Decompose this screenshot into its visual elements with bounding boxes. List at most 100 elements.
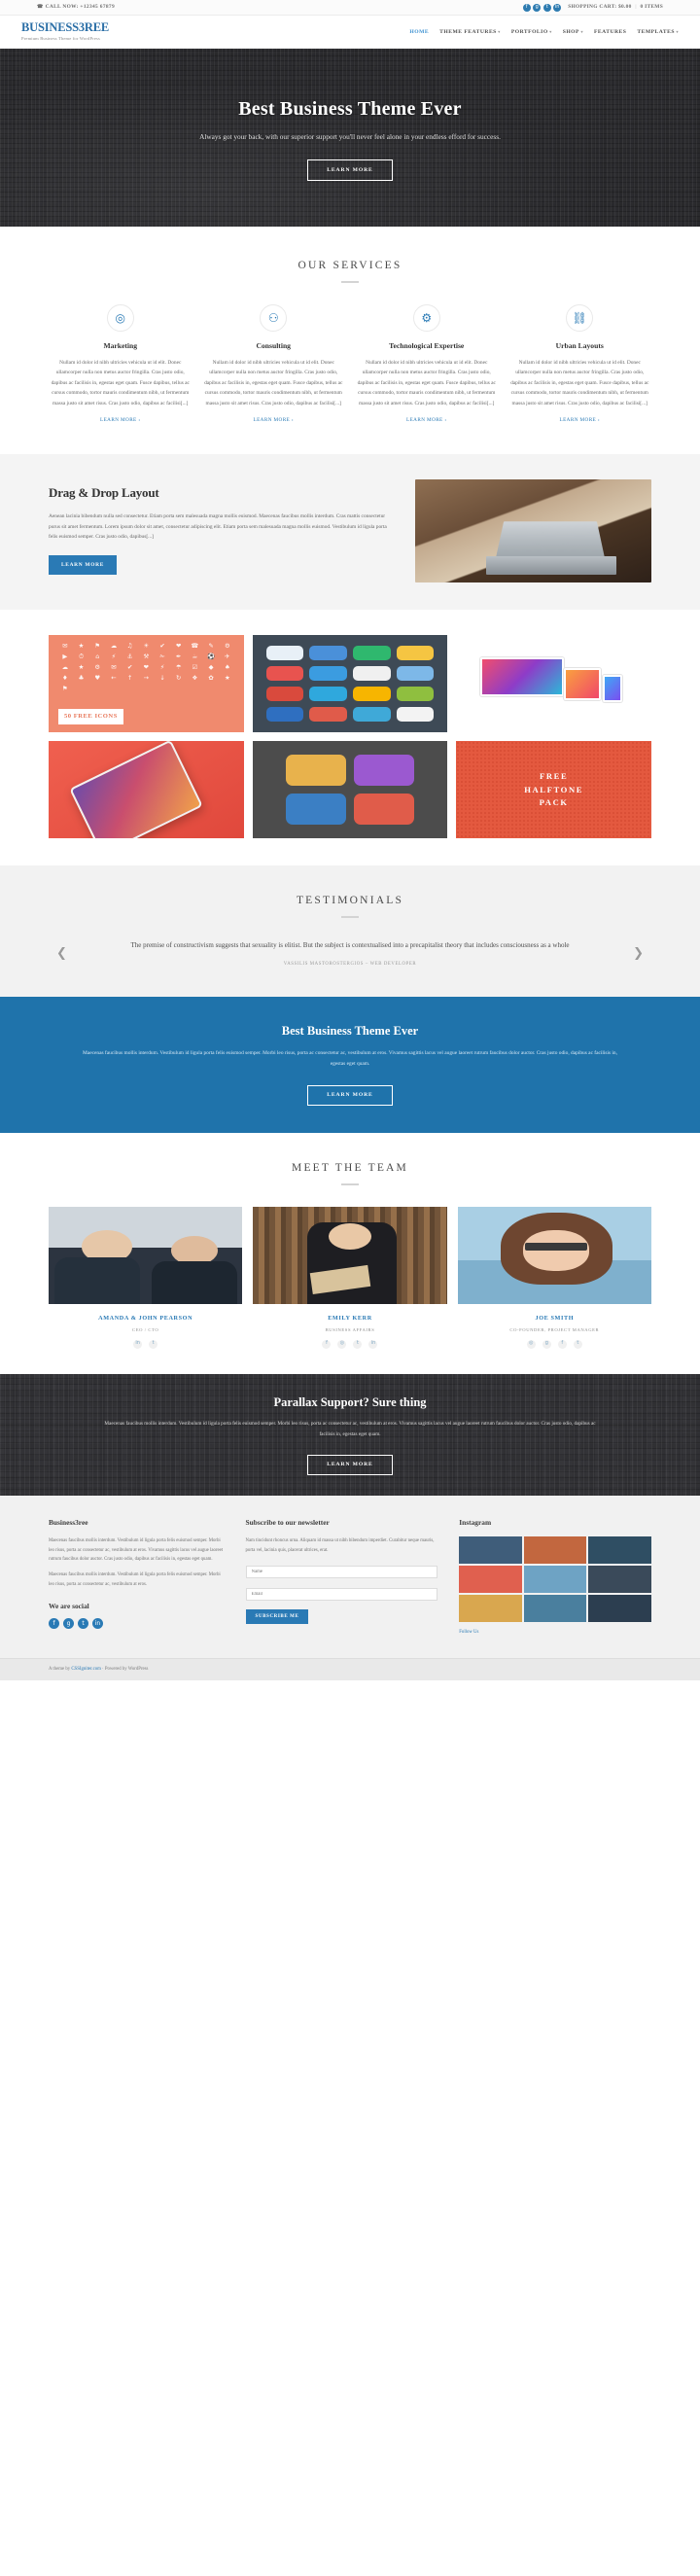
instagram-tile[interactable] bbox=[459, 1566, 522, 1594]
team-member-name[interactable]: AMANDA & JOHN PEARSON bbox=[49, 1314, 242, 1323]
team-photo-1 bbox=[49, 1207, 243, 1305]
shopping-cart-status[interactable]: SHOPPING CART: $0.00 | 0 ITEMS bbox=[568, 3, 663, 11]
service-text: Nullam id dolor id nibh ultricies vehicu… bbox=[51, 359, 190, 406]
team-title: MEET THE TEAM bbox=[292, 1162, 408, 1175]
hero-learn-more-button[interactable]: LEARN MORE bbox=[307, 159, 393, 181]
instagram-icon[interactable]: ◎ bbox=[337, 1339, 347, 1349]
team-member-3: JOE SMITH CO-FOUNDER, PROJECT MANAGER ◎ … bbox=[457, 1207, 651, 1349]
nav-label: PORTFOLIO bbox=[510, 28, 548, 35]
sheet-icon: ✒ bbox=[176, 653, 182, 661]
top-bar-right: f g t in SHOPPING CART: $0.00 | 0 ITEMS bbox=[522, 3, 663, 12]
nav-item-home[interactable]: HOME bbox=[409, 28, 429, 37]
twitter-icon[interactable]: t bbox=[353, 1339, 363, 1349]
twitter-icon[interactable]: t bbox=[573, 1339, 582, 1349]
footer-about-p1: Maecenas faucibus mollis interdum. Vesti… bbox=[49, 1538, 224, 1562]
facebook-icon[interactable]: f bbox=[557, 1339, 567, 1349]
free-icons-tile[interactable]: ✉ ★ ⚑ ☁ ♫ ☀ ✔ ❤ ☎ ✎ ⚙ ▶ ⏱ ⌂ ⚡ ⚓ ⚒ ✁ ✒ ☕ ⚽ ✈ ☁ ★ ⚙ ✉ ✔ ❤ ⚡ ☂ ☑ ◆ ♠ ♦ ♣ ♥ ← ↑ → ↓… bbox=[49, 635, 244, 733]
sheet-icon: ☂ bbox=[175, 663, 182, 672]
facebook-icon[interactable]: f bbox=[322, 1339, 332, 1349]
twitter-icon[interactable]: t bbox=[542, 3, 551, 12]
chevron-down-icon: ▾ bbox=[580, 28, 583, 34]
service-card-marketing: ◎ Marketing Nullam id dolor id nibh ultr… bbox=[49, 303, 192, 427]
flat-icons-tile[interactable] bbox=[252, 741, 448, 839]
google-plus-icon[interactable]: g bbox=[533, 3, 542, 12]
nav-item-features[interactable]: FEATURES bbox=[594, 28, 626, 37]
service-learn-more-link[interactable]: LEARN MORE › bbox=[560, 416, 600, 424]
nav-item-shop[interactable]: SHOP ▾ bbox=[563, 28, 583, 37]
service-card-urban-layouts: ⛓ Urban Layouts Nullam id dolor id nibh … bbox=[508, 303, 652, 427]
team-photo-2 bbox=[253, 1207, 447, 1305]
nav-label: TEMPLATES bbox=[637, 28, 675, 35]
drag-drop-section: Drag & Drop Layout Aenean lacinia bibend… bbox=[0, 454, 700, 611]
parallax-learn-more-button[interactable]: LEARN MORE bbox=[307, 1454, 393, 1476]
facebook-icon[interactable]: f bbox=[522, 3, 531, 12]
team-member-role: CEO / CTO bbox=[132, 1326, 159, 1332]
nav-item-theme-features[interactable]: THEME FEATURES ▾ bbox=[439, 28, 501, 37]
sheet-icon: ⚙ bbox=[94, 663, 101, 672]
portfolio-grid: ✉ ★ ⚑ ☁ ♫ ☀ ✔ ❤ ☎ ✎ ⚙ ▶ ⏱ ⌂ ⚡ ⚓ ⚒ ✁ ✒ ☕ ⚽ ✈ ☁ ★ ⚙ ✉ ✔ ❤ ⚡ ☂ ☑ ◆ ♠ ♦ ♣ ♥ ← ↑ → ↓… bbox=[49, 635, 651, 839]
linkedin-icon[interactable]: in bbox=[368, 1339, 378, 1349]
cta-band: Best Business Theme Ever Maecenas faucib… bbox=[0, 997, 700, 1134]
instagram-tile[interactable] bbox=[588, 1595, 651, 1623]
google-plus-icon[interactable]: g bbox=[542, 1339, 551, 1349]
chevron-left-icon[interactable]: ❮ bbox=[49, 944, 75, 964]
service-learn-more-link[interactable]: LEARN MORE › bbox=[254, 416, 294, 424]
halftone-line-3: PACK bbox=[539, 796, 569, 807]
sheet-icon: ✔ bbox=[159, 642, 165, 651]
halftone-line-1: FREE bbox=[539, 771, 569, 782]
newsletter-name-input[interactable] bbox=[245, 1565, 438, 1578]
google-plus-icon[interactable]: g bbox=[63, 1618, 74, 1630]
linkedin-icon[interactable]: in bbox=[553, 3, 562, 12]
hero-title: Best Business Theme Ever bbox=[238, 98, 462, 121]
twitter-icon[interactable]: t bbox=[78, 1618, 88, 1630]
services-section: OUR SERVICES ◎ Marketing Nullam id dolor… bbox=[0, 227, 700, 455]
instagram-tile[interactable] bbox=[523, 1566, 587, 1594]
parallax-text: Maecenas faucibus mollis interdum. Vesti… bbox=[104, 1421, 596, 1437]
instagram-follow-link[interactable]: Follow Us bbox=[459, 1629, 478, 1636]
team-member-name[interactable]: EMILY KERR bbox=[253, 1314, 446, 1323]
sheet-icon: ⚙ bbox=[224, 642, 230, 651]
service-title: Consulting bbox=[256, 340, 291, 350]
newsletter-email-input[interactable] bbox=[245, 1587, 438, 1601]
instagram-tile[interactable] bbox=[588, 1566, 651, 1594]
instagram-tile[interactable] bbox=[459, 1536, 522, 1565]
laptop-desk-photo bbox=[415, 479, 651, 583]
newsletter-subscribe-button[interactable]: SUBSCRIBE ME bbox=[245, 1608, 309, 1624]
cta-learn-more-button[interactable]: LEARN MORE bbox=[307, 1084, 393, 1107]
facebook-icon[interactable]: f bbox=[49, 1618, 59, 1630]
devices-mockup-tile[interactable] bbox=[456, 635, 651, 733]
app-icon bbox=[396, 646, 435, 661]
phone-mockup-tile[interactable] bbox=[49, 741, 244, 839]
linkedin-icon[interactable]: in bbox=[92, 1618, 103, 1630]
instagram-tile[interactable] bbox=[588, 1536, 651, 1565]
service-learn-more-link[interactable]: LEARN MORE › bbox=[100, 416, 140, 424]
instagram-tile[interactable] bbox=[523, 1595, 587, 1623]
nav-item-templates[interactable]: TEMPLATES ▾ bbox=[637, 28, 679, 37]
halftone-pack-tile[interactable]: FREE HALFTONE PACK bbox=[456, 741, 651, 839]
sheet-icon: ✎ bbox=[208, 642, 214, 651]
copyright-link[interactable]: CSSIgniter.com bbox=[71, 1667, 101, 1672]
users-icon: ⚇ bbox=[260, 303, 288, 332]
instagram-tile[interactable] bbox=[523, 1536, 587, 1565]
sheet-icon: ❤ bbox=[176, 642, 182, 651]
cta-text: Maecenas faucibus mollis interdum. Vesti… bbox=[83, 1050, 617, 1068]
service-learn-more-link[interactable]: LEARN MORE › bbox=[406, 416, 446, 424]
site-branding[interactable]: BUSINESS3REE Premium Business Theme for … bbox=[21, 21, 109, 42]
drag-drop-learn-more-button[interactable]: LEARN MORE bbox=[49, 555, 117, 576]
instagram-tile[interactable] bbox=[459, 1595, 522, 1623]
team-member-name[interactable]: JOE SMITH bbox=[458, 1314, 651, 1323]
sheet-icon: ☕ bbox=[192, 653, 198, 661]
app-icons-tile[interactable] bbox=[252, 635, 448, 733]
nav-item-portfolio[interactable]: PORTFOLIO ▾ bbox=[511, 28, 552, 37]
sheet-icon: ⌂ bbox=[95, 653, 100, 661]
tablet-mockup bbox=[564, 668, 601, 701]
linkedin-icon[interactable]: in bbox=[133, 1339, 143, 1349]
app-icon bbox=[352, 707, 391, 723]
sheet-icon: ↻ bbox=[176, 674, 182, 683]
sheet-icon: → bbox=[143, 674, 149, 683]
twitter-icon[interactable]: t bbox=[149, 1339, 158, 1349]
instagram-icon[interactable]: ◎ bbox=[526, 1339, 536, 1349]
chevron-right-icon[interactable]: ❯ bbox=[625, 944, 651, 964]
sheet-icon: ☎ bbox=[191, 642, 199, 651]
logo-text[interactable]: BUSINESS3REE bbox=[21, 21, 109, 34]
